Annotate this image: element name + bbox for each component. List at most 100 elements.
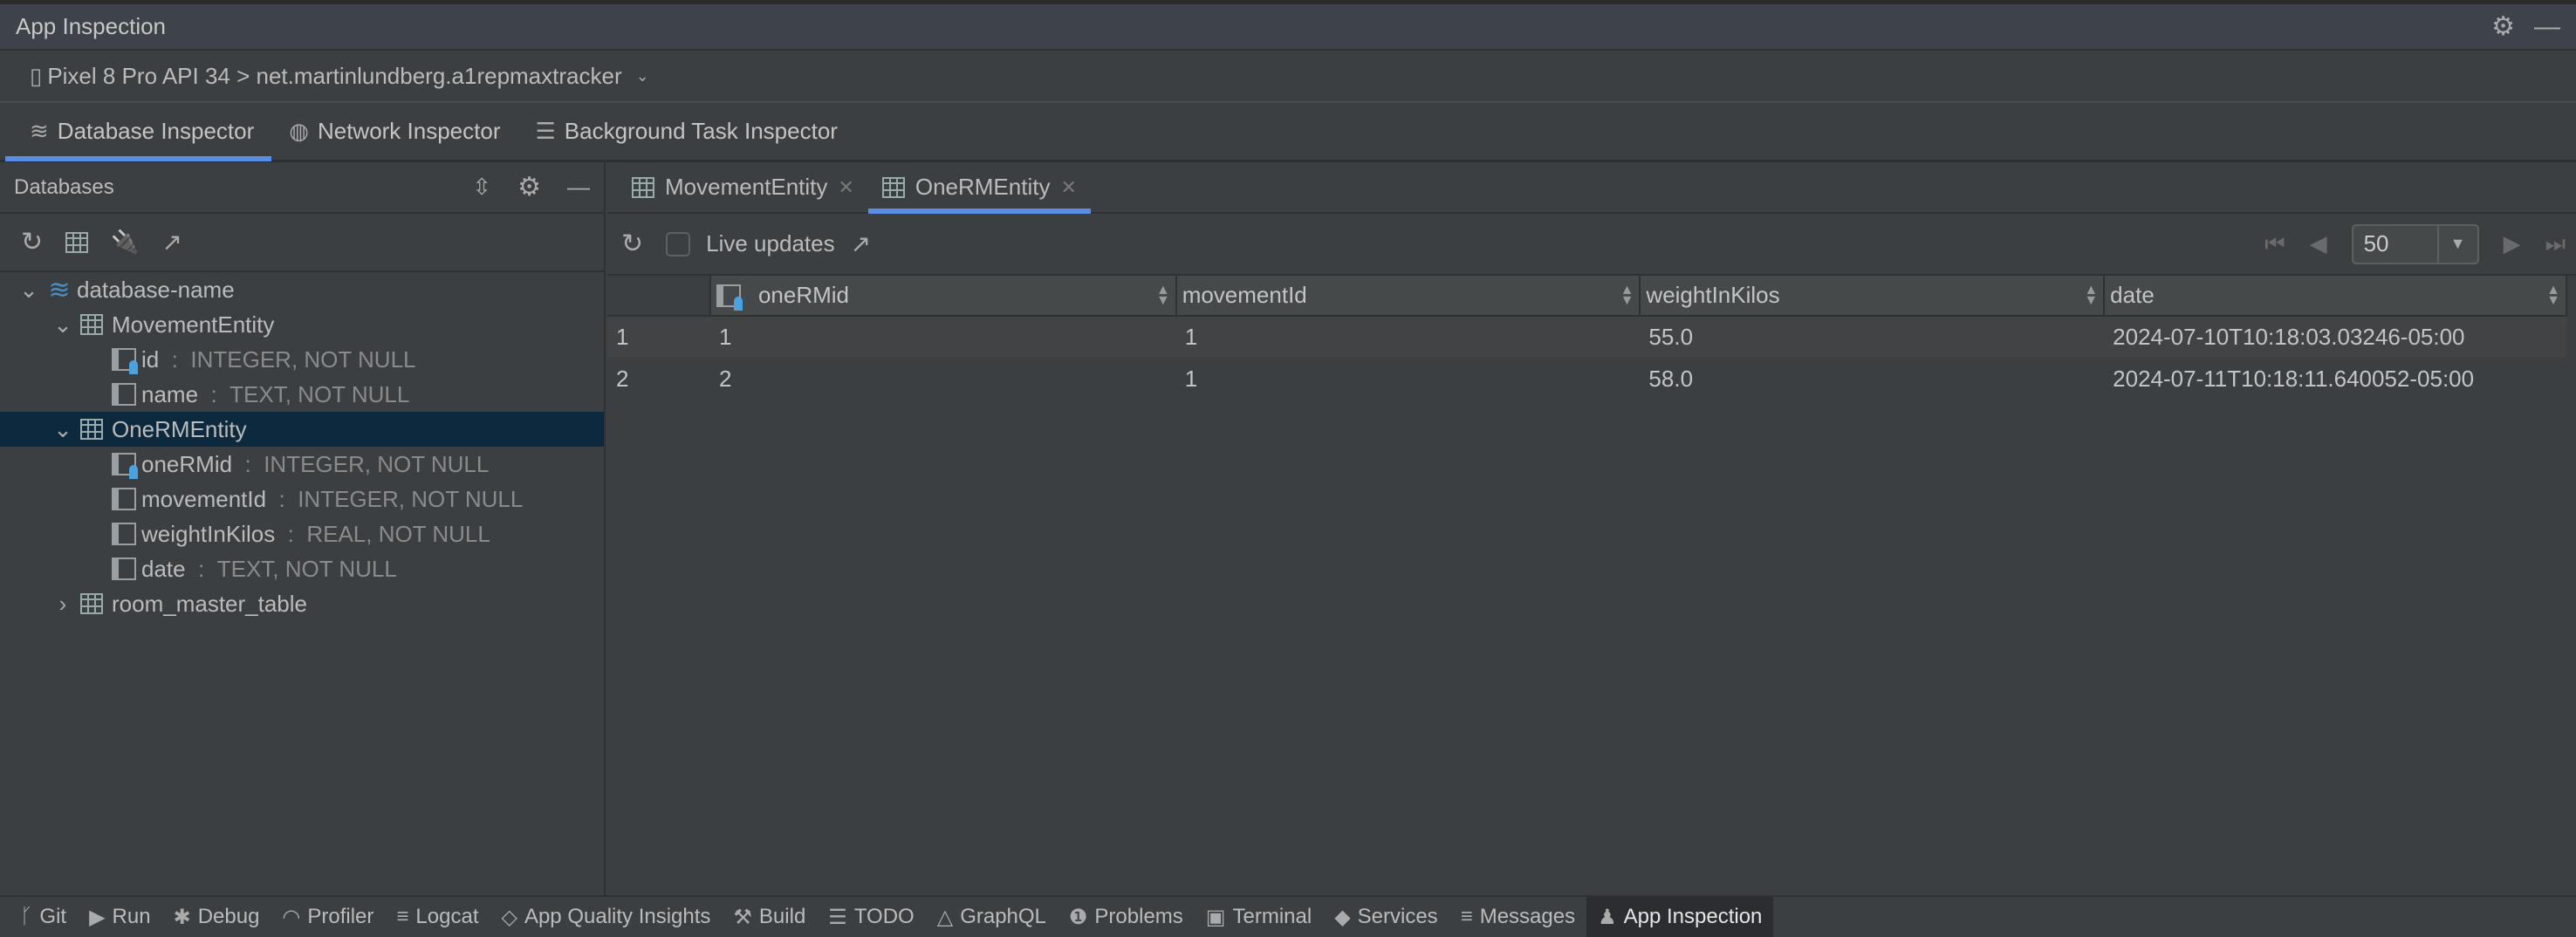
table-cell[interactable]: 2024-07-10T10:18:03.03246-05:00 xyxy=(2104,316,2566,358)
toolwindow-build[interactable]: ⚒ Build xyxy=(722,897,817,937)
device-label: Pixel 8 Pro API 34 > net.martinlundberg.… xyxy=(47,62,622,89)
tree-item-database[interactable]: ⌄ ≋ database-name xyxy=(0,272,604,307)
device-selector[interactable]: ▯ Pixel 8 Pro API 34 > net.martinlundber… xyxy=(0,51,2576,103)
tree-item-column[interactable]: oneRMid : INTEGER, NOT NULL xyxy=(0,447,604,482)
tab-background-task-inspector[interactable]: ☰ Background Task Inspector xyxy=(517,103,854,160)
toolwindow-logcat[interactable]: ≡ Logcat xyxy=(385,897,490,937)
toolwindow-services[interactable]: ◆ Services xyxy=(1323,897,1449,937)
last-page-icon[interactable]: ⏭ xyxy=(2545,230,2566,258)
table-cell[interactable]: 1 xyxy=(1175,316,1641,358)
services-icon: ◆ xyxy=(1334,905,1351,929)
table-cell[interactable]: 2024-07-11T10:18:11.640052-05:00 xyxy=(2104,358,2566,400)
column-header[interactable]: movementId ▲ ▼ xyxy=(1175,276,1641,317)
close-icon[interactable]: ✕ xyxy=(1060,176,1076,199)
toolwindow-messages[interactable]: ≡ Messages xyxy=(1449,897,1586,937)
toolwindow-terminal[interactable]: ▣ Terminal xyxy=(1195,897,1323,937)
column-header-label: date xyxy=(2110,282,2155,308)
tab-network-inspector[interactable]: ◍ Network Inspector xyxy=(271,103,517,160)
table-cell[interactable]: 58.0 xyxy=(1640,358,2104,400)
toolwindow-git[interactable]: ᚴ Git xyxy=(9,897,78,937)
chevron-down-icon[interactable]: ⌄ xyxy=(45,311,80,339)
toolwindow-label: TODO xyxy=(853,905,915,928)
tree-item-column[interactable]: movementId : INTEGER, NOT NULL xyxy=(0,482,604,516)
primary-key-column-icon xyxy=(716,284,743,311)
column-header[interactable]: oneRMid ▲ ▼ xyxy=(709,276,1177,317)
tree-item-column[interactable]: name : TEXT, NOT NULL xyxy=(0,377,604,412)
column-header[interactable]: weightInKilos ▲ ▼ xyxy=(1640,276,2106,317)
tab-label: Database Inspector xyxy=(57,118,255,144)
column-header-label: movementId xyxy=(1182,282,1307,308)
keep-connection-icon[interactable]: 🔌 xyxy=(111,229,139,256)
toolwindow-debug[interactable]: ✱ Debug xyxy=(162,897,271,937)
sort-icon[interactable]: ▲ ▼ xyxy=(1156,283,1170,307)
toolwindow-app-inspection[interactable]: ♟ App Inspection xyxy=(1586,897,1774,937)
table-cell[interactable]: 1 xyxy=(709,316,1176,358)
tab-label: MovementEntity xyxy=(665,174,828,200)
toolwindow-label: GraphQL xyxy=(960,905,1046,928)
database-icon: ≋ xyxy=(30,118,49,144)
row-number: 1 xyxy=(607,316,710,358)
export-icon[interactable]: ↗ xyxy=(162,228,182,256)
tree-item-column[interactable]: date : TEXT, NOT NULL xyxy=(0,551,604,586)
toolwindow-run[interactable]: ▶ Run xyxy=(78,897,162,937)
inspection-icon: ♟ xyxy=(1598,905,1617,929)
refresh-icon[interactable]: ↻ xyxy=(21,227,43,257)
table-icon xyxy=(80,314,103,335)
live-updates-label: Live updates xyxy=(706,230,835,256)
toolwindow-label: Git xyxy=(39,905,67,928)
collapse-all-icon[interactable]: ⇳ xyxy=(472,174,491,201)
table-cell[interactable]: 1 xyxy=(1176,358,1641,400)
export-icon[interactable]: ↗ xyxy=(851,229,871,258)
toolwindow-app-quality-insights[interactable]: ◇ App Quality Insights xyxy=(490,897,722,937)
table-cell[interactable]: 2 xyxy=(710,358,1176,400)
table-tabs: MovementEntity ✕ OneRMEntity ✕ xyxy=(607,162,2576,214)
column-header[interactable]: date ▲ ▼ xyxy=(2104,276,2567,317)
tab-label: OneRMEntity xyxy=(915,174,1051,200)
minimize-icon[interactable]: — xyxy=(567,174,590,201)
next-page-icon[interactable]: ▶ xyxy=(2504,230,2521,257)
previous-page-icon[interactable]: ◀ xyxy=(2310,230,2327,257)
query-table-icon[interactable] xyxy=(65,231,89,253)
page-size-select[interactable]: 50 ▼ xyxy=(2351,223,2479,264)
profiler-icon: ◠ xyxy=(282,905,301,929)
chevron-right-icon[interactable]: › xyxy=(45,591,80,618)
close-icon[interactable]: ✕ xyxy=(838,176,853,199)
tree-item-table-selected[interactable]: ⌄ OneRMEntity xyxy=(0,412,604,447)
column-type: INTEGER, NOT NULL xyxy=(190,345,416,373)
live-updates-checkbox[interactable] xyxy=(666,231,691,256)
tree-item-column[interactable]: id : INTEGER, NOT NULL xyxy=(0,342,604,377)
column-icon xyxy=(112,383,136,406)
primary-key-column-icon xyxy=(112,453,138,479)
tree-item-table[interactable]: ⌄ MovementEntity xyxy=(0,307,604,342)
toolwindow-todo[interactable]: ☰ TODO xyxy=(817,897,925,937)
tab-database-inspector[interactable]: ≋ Database Inspector xyxy=(4,103,272,161)
inspector-tabs: ≋ Database Inspector ◍ Network Inspector ☰… xyxy=(0,103,2576,162)
toolwindow-problems[interactable]: ❶ Problems xyxy=(1058,897,1195,937)
table-row[interactable]: 2 2 1 58.0 2024-07-11T10:18:11.640052-05… xyxy=(607,358,2566,400)
table-cell[interactable]: 55.0 xyxy=(1640,316,2105,358)
chevron-down-icon[interactable]: ⌄ xyxy=(45,416,80,443)
tree-label: room_master_table xyxy=(112,590,307,617)
tab-movemententity[interactable]: MovementEntity ✕ xyxy=(618,162,868,212)
graphql-icon: △ xyxy=(936,905,954,929)
tab-onermentity[interactable]: OneRMEntity ✕ xyxy=(867,162,1091,214)
sort-icon[interactable]: ▲ ▼ xyxy=(2546,283,2560,307)
dropdown-arrow-icon[interactable]: ▼ xyxy=(2436,225,2477,263)
toolwindow-profiler[interactable]: ◠ Profiler xyxy=(271,897,385,937)
toolwindow-label: Services xyxy=(1357,905,1438,928)
first-page-icon[interactable]: ⏮ xyxy=(2264,230,2285,258)
gear-icon[interactable]: ⚙ xyxy=(517,172,541,202)
page-size-value: 50 xyxy=(2363,230,2389,256)
chevron-down-icon[interactable]: ⌄ xyxy=(16,277,42,304)
sort-icon[interactable]: ▲ ▼ xyxy=(1620,283,1634,307)
toolwindow-graphql[interactable]: △ GraphQL xyxy=(926,897,1058,937)
logcat-icon: ≡ xyxy=(396,905,409,928)
table-row[interactable]: 1 1 1 55.0 2024-07-10T10:18:03.03246-05:… xyxy=(607,316,2566,358)
tree-item-table[interactable]: › room_master_table xyxy=(0,586,604,621)
refresh-icon[interactable]: ↻ xyxy=(621,229,643,259)
minimize-icon[interactable]: — xyxy=(2534,12,2560,42)
tree-item-column[interactable]: weightInKilos : REAL, NOT NULL xyxy=(0,516,604,551)
toolwindow-label: Messages xyxy=(1479,905,1576,928)
sort-icon[interactable]: ▲ ▼ xyxy=(2084,283,2098,307)
gear-icon[interactable]: ⚙ xyxy=(2491,11,2515,42)
